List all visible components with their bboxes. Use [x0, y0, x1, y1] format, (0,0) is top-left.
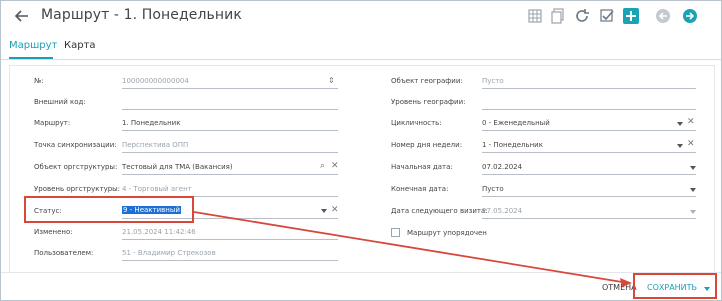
chevron-down-icon[interactable]: [690, 188, 696, 192]
week-day-label: Номер дня недели:: [391, 141, 463, 149]
form-panel: №: 100000000000004 ⇕ Внешний код: Маршру…: [9, 65, 715, 273]
changed-underline: [122, 239, 338, 240]
week-day-field[interactable]: 1 - Понедельник: [482, 141, 543, 149]
clear-icon[interactable]: ✕: [687, 118, 695, 127]
sync-point-value: Перспектива ОПП: [122, 141, 189, 149]
org-object-field[interactable]: Тестовый для ТМА (Вакансия): [122, 163, 233, 171]
start-date-underline: [482, 174, 696, 175]
header: Маршрут - 1. Понедельник: [1, 1, 721, 31]
route-underline: [122, 130, 338, 131]
geo-object-field[interactable]: Пусто: [482, 77, 504, 85]
chevron-down-icon[interactable]: [690, 166, 696, 170]
geo-level-field[interactable]: [482, 109, 696, 110]
clear-icon[interactable]: ✕: [331, 162, 339, 171]
tabs-divider: [1, 59, 721, 60]
number-label: №:: [34, 77, 44, 85]
geo-object-label: Объект географии:: [391, 77, 463, 85]
end-date-underline: [482, 196, 696, 197]
next-visit-underline: [482, 218, 696, 219]
route-label: Маршрут:: [34, 119, 71, 127]
geo-object-underline: [482, 88, 696, 89]
page-title: Маршрут - 1. Понедельник: [41, 7, 242, 23]
add-icon[interactable]: [623, 8, 639, 24]
clear-icon[interactable]: ✕: [687, 140, 695, 149]
chevron-down-icon[interactable]: [321, 209, 327, 213]
org-object-underline: [122, 174, 338, 175]
save-highlight-box: [633, 273, 717, 299]
cyclicity-field[interactable]: 0 - Еженедельный: [482, 119, 550, 127]
org-object-label: Объект оргструктуры:: [34, 163, 118, 171]
end-date-field[interactable]: Пусто: [482, 185, 504, 193]
cyclicity-label: Цикличность:: [391, 119, 442, 127]
columns-icon[interactable]: [526, 7, 544, 25]
user-underline: [122, 260, 338, 261]
search-icon[interactable]: ⌕: [320, 162, 325, 171]
number-value: 100000000000004: [122, 77, 189, 85]
org-level-label: Уровень оргструктуры:: [34, 185, 121, 193]
refresh-icon[interactable]: [573, 7, 591, 25]
next-visit-value: 27.05.2024: [482, 207, 523, 215]
tab-map[interactable]: Карта: [64, 35, 96, 57]
cyclicity-underline: [482, 130, 696, 131]
sync-point-label: Точка синхронизации:: [34, 141, 117, 149]
footer-divider: [1, 272, 721, 273]
cancel-button[interactable]: ОТМЕНА: [602, 283, 637, 292]
start-date-field[interactable]: 07.02.2024: [482, 163, 522, 171]
user-label: Пользователем:: [34, 249, 94, 257]
clear-icon[interactable]: ✕: [331, 206, 339, 215]
chevron-down-icon[interactable]: [677, 122, 683, 126]
copy-icon[interactable]: [549, 7, 567, 25]
ordered-label: Маршрут упорядочен: [407, 229, 487, 237]
week-day-underline: [482, 152, 696, 153]
user-value: 51 - Владимир Стрекозов: [122, 249, 216, 257]
status-highlight-box: [24, 196, 194, 223]
next-icon[interactable]: [681, 7, 699, 25]
org-level-value: 4 - Торговый агент: [122, 185, 192, 193]
prev-icon[interactable]: [654, 7, 672, 25]
end-date-label: Конечная дата:: [391, 185, 449, 193]
changed-label: Изменено:: [34, 228, 73, 236]
start-date-label: Начальная дата:: [391, 163, 453, 171]
chevron-down-icon[interactable]: [677, 144, 683, 148]
geo-level-label: Уровень географии:: [391, 98, 466, 106]
sync-point-underline: [122, 152, 338, 153]
external-code-label: Внешний код:: [34, 98, 86, 106]
route-field[interactable]: 1. Понедельник: [122, 119, 180, 127]
external-code-field[interactable]: [122, 109, 338, 110]
route-window: Маршрут - 1. Понедельник Маршрут Карта №…: [0, 0, 722, 301]
chevron-down-icon: [690, 210, 696, 214]
next-visit-label: Дата следующего визита:: [391, 207, 488, 215]
number-underline: [122, 88, 338, 89]
tab-route[interactable]: Маршрут: [9, 35, 57, 59]
stepper-icon[interactable]: ⇕: [328, 76, 335, 85]
check-icon[interactable]: [598, 7, 616, 25]
back-arrow-icon[interactable]: [13, 7, 31, 25]
changed-value: 21.05.2024 11:42:46: [122, 228, 196, 236]
ordered-checkbox[interactable]: [391, 228, 400, 237]
